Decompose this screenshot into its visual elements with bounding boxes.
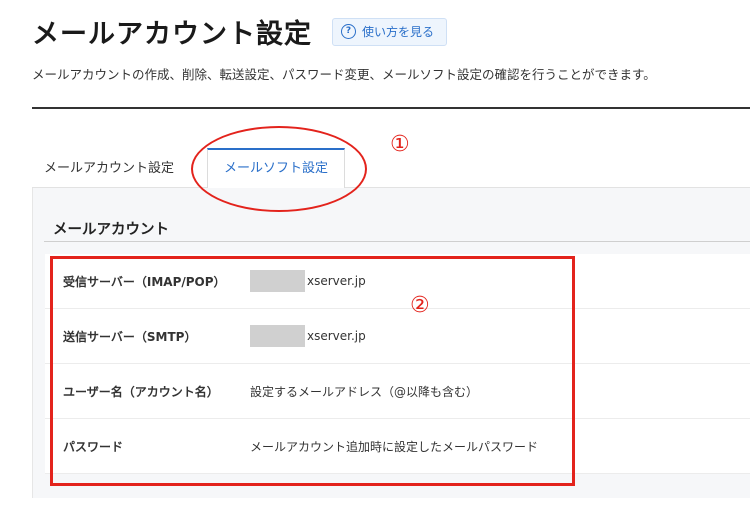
row-value-incoming-server: xserver.jp: [250, 270, 366, 292]
row-label-password: パスワード: [63, 439, 124, 454]
table-row: ユーザー名（アカウント名） 設定するメールアドレス（@以降も含む）: [45, 364, 750, 419]
incoming-server-domain: xserver.jp: [307, 274, 366, 288]
row-value-username: 設定するメールアドレス（@以降も含む）: [250, 384, 479, 399]
page-title: メールアカウント設定: [32, 19, 312, 50]
settings-table: 受信サーバー（IMAP/POP） xserver.jp 送信サーバー（SMTP）…: [45, 254, 750, 474]
help-button-label: 使い方を見る: [362, 25, 435, 39]
masked-value: [250, 270, 305, 292]
table-row: 送信サーバー（SMTP） xserver.jp: [45, 309, 750, 364]
page-description: メールアカウントの作成、削除、転送設定、パスワード変更、メールソフト設定の確認を…: [32, 67, 656, 82]
row-label-outgoing-server: 送信サーバー（SMTP）: [63, 329, 197, 344]
row-value-outgoing-server: xserver.jp: [250, 325, 366, 347]
question-icon: ?: [341, 24, 356, 39]
annotation-number-2: ②: [410, 293, 430, 318]
section-title: メールアカウント: [53, 222, 169, 238]
section-divider: [44, 241, 750, 242]
row-value-password: メールアカウント追加時に設定したメールパスワード: [250, 439, 539, 454]
row-label-incoming-server: 受信サーバー（IMAP/POP）: [63, 274, 226, 289]
tab-mail-account-settings[interactable]: メールアカウント設定: [44, 148, 174, 188]
table-row: パスワード メールアカウント追加時に設定したメールパスワード: [45, 419, 750, 474]
table-row: 受信サーバー（IMAP/POP） xserver.jp: [45, 254, 750, 309]
masked-value: [250, 325, 305, 347]
title-row: メールアカウント設定 ? 使い方を見る: [32, 12, 448, 51]
header-divider: [32, 107, 750, 109]
outgoing-server-domain: xserver.jp: [307, 329, 366, 343]
annotation-number-1: ①: [390, 132, 410, 157]
tab-mail-software-settings[interactable]: メールソフト設定: [207, 148, 345, 188]
row-label-username: ユーザー名（アカウント名）: [63, 384, 219, 399]
help-button[interactable]: ? 使い方を見る: [332, 17, 448, 46]
